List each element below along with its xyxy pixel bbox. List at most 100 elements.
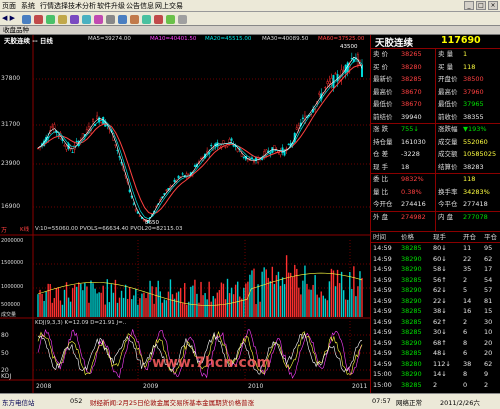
info-icon[interactable] (130, 15, 139, 24)
news-icon[interactable] (94, 15, 103, 24)
volume-bar (273, 283, 276, 317)
tick-cell: 2 (463, 275, 468, 284)
refresh-icon[interactable] (46, 15, 55, 24)
list-icon[interactable] (82, 15, 91, 24)
volume-bar (334, 286, 337, 317)
menu-item-announcements[interactable]: 公告信息 (126, 1, 154, 11)
tick-cell: 38280 (401, 359, 422, 368)
volume-bar (200, 281, 202, 317)
volume-bar (285, 255, 288, 317)
volume-bar (351, 289, 353, 317)
quote-label: 最低价 (438, 100, 458, 108)
print-icon[interactable] (106, 15, 115, 24)
price-unit: 万 (1, 227, 8, 234)
volume-bar (53, 298, 56, 317)
tick-cell: 68↑ (433, 338, 447, 347)
volume-bar (165, 300, 168, 317)
quote-title: 天胶连续 117690 (371, 35, 500, 49)
volume-bar (322, 295, 324, 317)
volume-bar (177, 291, 180, 317)
tick-cell: 38290 (401, 296, 422, 305)
nav-arrows-icon[interactable]: ◀ ▶ (2, 14, 15, 22)
tick-cell: 112↓ (433, 359, 451, 368)
maximize-button[interactable]: □ (476, 1, 486, 10)
help-icon[interactable] (178, 15, 187, 24)
volume-bar (104, 304, 106, 317)
tick-cell: 38285 (401, 244, 422, 252)
tick-cell: 60↓ (433, 254, 447, 263)
status-code: 052 (70, 397, 83, 405)
quote-label: 卖 价 (373, 50, 389, 58)
menu-item-tech-analysis[interactable]: 技术分析 (68, 1, 96, 11)
volume-bar (96, 293, 98, 317)
candle-body (230, 138, 233, 141)
volume-bar (37, 294, 39, 317)
stop-icon[interactable] (34, 15, 43, 24)
tick-cell: 35 (463, 265, 472, 273)
volume-bar (88, 302, 90, 317)
volume-bar (253, 268, 255, 317)
candle-body (242, 156, 245, 158)
tick-cell: 20 (484, 338, 493, 347)
volume-bar (257, 284, 259, 317)
volume-bar (118, 297, 121, 317)
volume-bar (71, 288, 74, 317)
quote-label: 前收价 (438, 112, 458, 121)
kline-icon[interactable] (118, 15, 127, 24)
tick-cell: 14↓ (433, 370, 447, 378)
tick-cell: 11 (463, 244, 472, 252)
volume-bar (208, 281, 210, 317)
menu-item-page[interactable]: 页面 (2, 1, 16, 11)
tick-cell: 14:59 (373, 244, 392, 252)
volume-bar (84, 282, 86, 317)
tick-cell: 14:59 (373, 307, 392, 315)
volume-bar (171, 294, 174, 317)
year-label: 2008 (36, 383, 52, 390)
folder-icon[interactable] (58, 15, 67, 24)
menu-item-system[interactable]: 系统 (21, 1, 35, 11)
kline-label: K线 (20, 227, 30, 233)
quote-label: 量 比 (373, 187, 389, 196)
high-label: 43500 (340, 44, 358, 50)
trade-icon[interactable] (166, 15, 175, 24)
candle-body (218, 145, 221, 148)
close-button[interactable]: × (488, 1, 498, 10)
tick-cell: 38285 (401, 317, 422, 326)
quote-value: 37965 (463, 100, 484, 108)
menu-item-market-select[interactable]: 行情选择 (40, 1, 68, 11)
volume-bar (67, 297, 70, 317)
volume-bar (112, 292, 115, 317)
candle-body (65, 146, 68, 150)
quote-value: 38670 (401, 87, 422, 96)
volume-bar (259, 301, 261, 317)
ma-legend-1: MA5=39274.00 (88, 36, 131, 42)
tick-cell: 62↓ (433, 286, 447, 294)
home-icon[interactable] (22, 15, 31, 24)
quote-label: 今开仓 (373, 200, 393, 208)
quote-value: 552060 (463, 137, 488, 146)
volume-bar (300, 294, 302, 317)
menu-item-software-upgrade[interactable]: 软件升级 (97, 1, 125, 11)
news-ticker[interactable]: 财经新闻:2月25日伦敦金属交易所基本金属期货价格普涨 (90, 397, 254, 407)
minimize-button[interactable]: _ (464, 1, 474, 10)
tick-cell: 2 (463, 317, 468, 326)
quote-value: 37960 (463, 87, 484, 96)
alert-icon[interactable] (154, 15, 163, 24)
volume-bar (45, 291, 47, 317)
instrument-code: 117690 (441, 35, 481, 46)
chart-icon[interactable] (70, 15, 79, 24)
tab-close-varieties[interactable]: 收盘品种 (0, 26, 500, 35)
candle-body (75, 140, 78, 142)
quote-label: 开盘价 (438, 75, 458, 83)
clock: 07:57 (372, 397, 391, 405)
tick-cell: 0 (463, 380, 468, 389)
volume-bar (122, 297, 125, 317)
settings-icon[interactable] (142, 15, 151, 24)
volume-bar (106, 279, 108, 317)
menu-item-online-trading[interactable]: 网上交易 (155, 1, 183, 11)
volume-bar (94, 288, 96, 317)
window-buttons: _ □ × (462, 1, 498, 10)
quote-value: 118 (463, 175, 476, 183)
quote-value: 277418 (463, 200, 488, 208)
kline-chart-panel[interactable]: 天胶连续 -- 日线 MA5=39274.00 MA10=40401.50 MA… (0, 35, 370, 393)
